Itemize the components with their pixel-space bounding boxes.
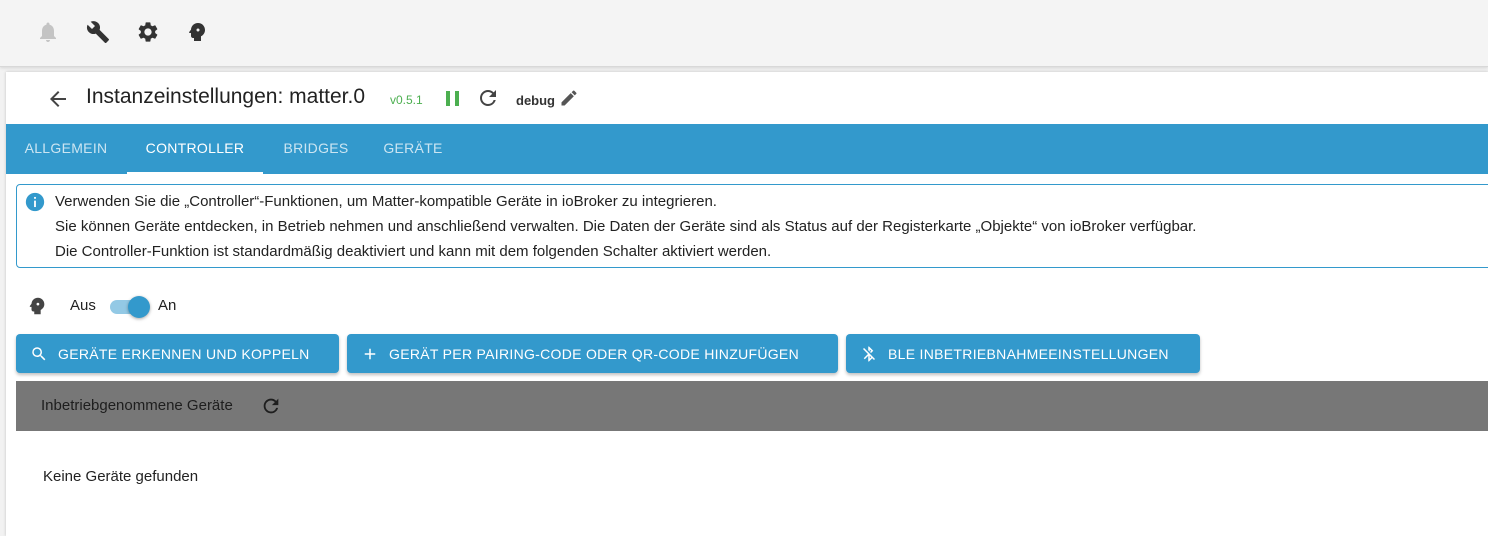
controller-switch[interactable] (110, 296, 150, 318)
gear-icon[interactable] (135, 19, 161, 45)
version-label: v0.5.1 (390, 93, 423, 107)
button-label: GERÄTE ERKENNEN UND KOPPELN (58, 345, 310, 362)
search-icon (32, 346, 46, 360)
refresh-icon[interactable] (260, 395, 282, 417)
instance-settings-panel: Instanzeinstellungen: matter.0 v0.5.1 de… (6, 72, 1488, 536)
arrow-back-icon[interactable] (46, 87, 70, 111)
plus-icon (364, 348, 376, 359)
ble-settings-button[interactable]: BLE INBETRIEBNAHMEEINSTELLUNGEN (846, 334, 1200, 373)
devices-section-header: Inbetriebgenommene Geräte (16, 381, 1488, 431)
info-box: Verwenden Sie die „Controller“-Funktione… (16, 184, 1488, 268)
button-label: GERÄT PER PAIRING-CODE ODER QR-CODE HINZ… (389, 345, 799, 362)
head-icon (29, 297, 45, 315)
add-device-by-code-button[interactable]: GERÄT PER PAIRING-CODE ODER QR-CODE HINZ… (347, 334, 838, 373)
switch-knob (128, 296, 150, 318)
top-app-bar (0, 0, 1488, 67)
empty-state-text: Keine Geräte gefunden (43, 468, 199, 485)
toggle-off-label: Aus (70, 297, 96, 314)
tab-allgemein[interactable]: ALLGEMEIN (10, 124, 122, 174)
button-label: BLE INBETRIEBNAHMEEINSTELLUNGEN (888, 345, 1169, 362)
bluetooth-disabled-icon (863, 346, 875, 361)
tab-bridges[interactable]: BRIDGES (268, 124, 364, 174)
tab-controller[interactable]: CONTROLLER (127, 124, 263, 174)
tab-bar: ALLGEMEIN CONTROLLER BRIDGES GERÄTE (6, 124, 1488, 174)
edit-icon[interactable] (559, 88, 579, 108)
refresh-icon[interactable] (476, 86, 500, 110)
info-line: Sie können Geräte entdecken, in Betrieb … (55, 218, 1197, 235)
pause-icon[interactable] (443, 87, 463, 111)
head-icon[interactable] (184, 19, 210, 45)
info-icon (25, 192, 45, 212)
tab-geraete[interactable]: GERÄTE (372, 124, 454, 174)
bell-icon[interactable] (35, 19, 61, 45)
toggle-on-label: An (158, 297, 177, 314)
info-line: Die Controller-Funktion ist standardmäßi… (55, 243, 772, 260)
discover-devices-button[interactable]: GERÄTE ERKENNEN UND KOPPELN (16, 334, 339, 373)
wrench-icon[interactable] (85, 19, 111, 45)
section-title: Inbetriebgenommene Geräte (41, 397, 233, 414)
page-title: Instanzeinstellungen: matter.0 (86, 85, 366, 108)
log-level-label: debug (516, 93, 555, 108)
dialog-header: Instanzeinstellungen: matter.0 v0.5.1 de… (6, 72, 1488, 124)
info-line: Verwenden Sie die „Controller“-Funktione… (55, 193, 717, 210)
controller-toggle-row: Aus An (6, 286, 406, 326)
